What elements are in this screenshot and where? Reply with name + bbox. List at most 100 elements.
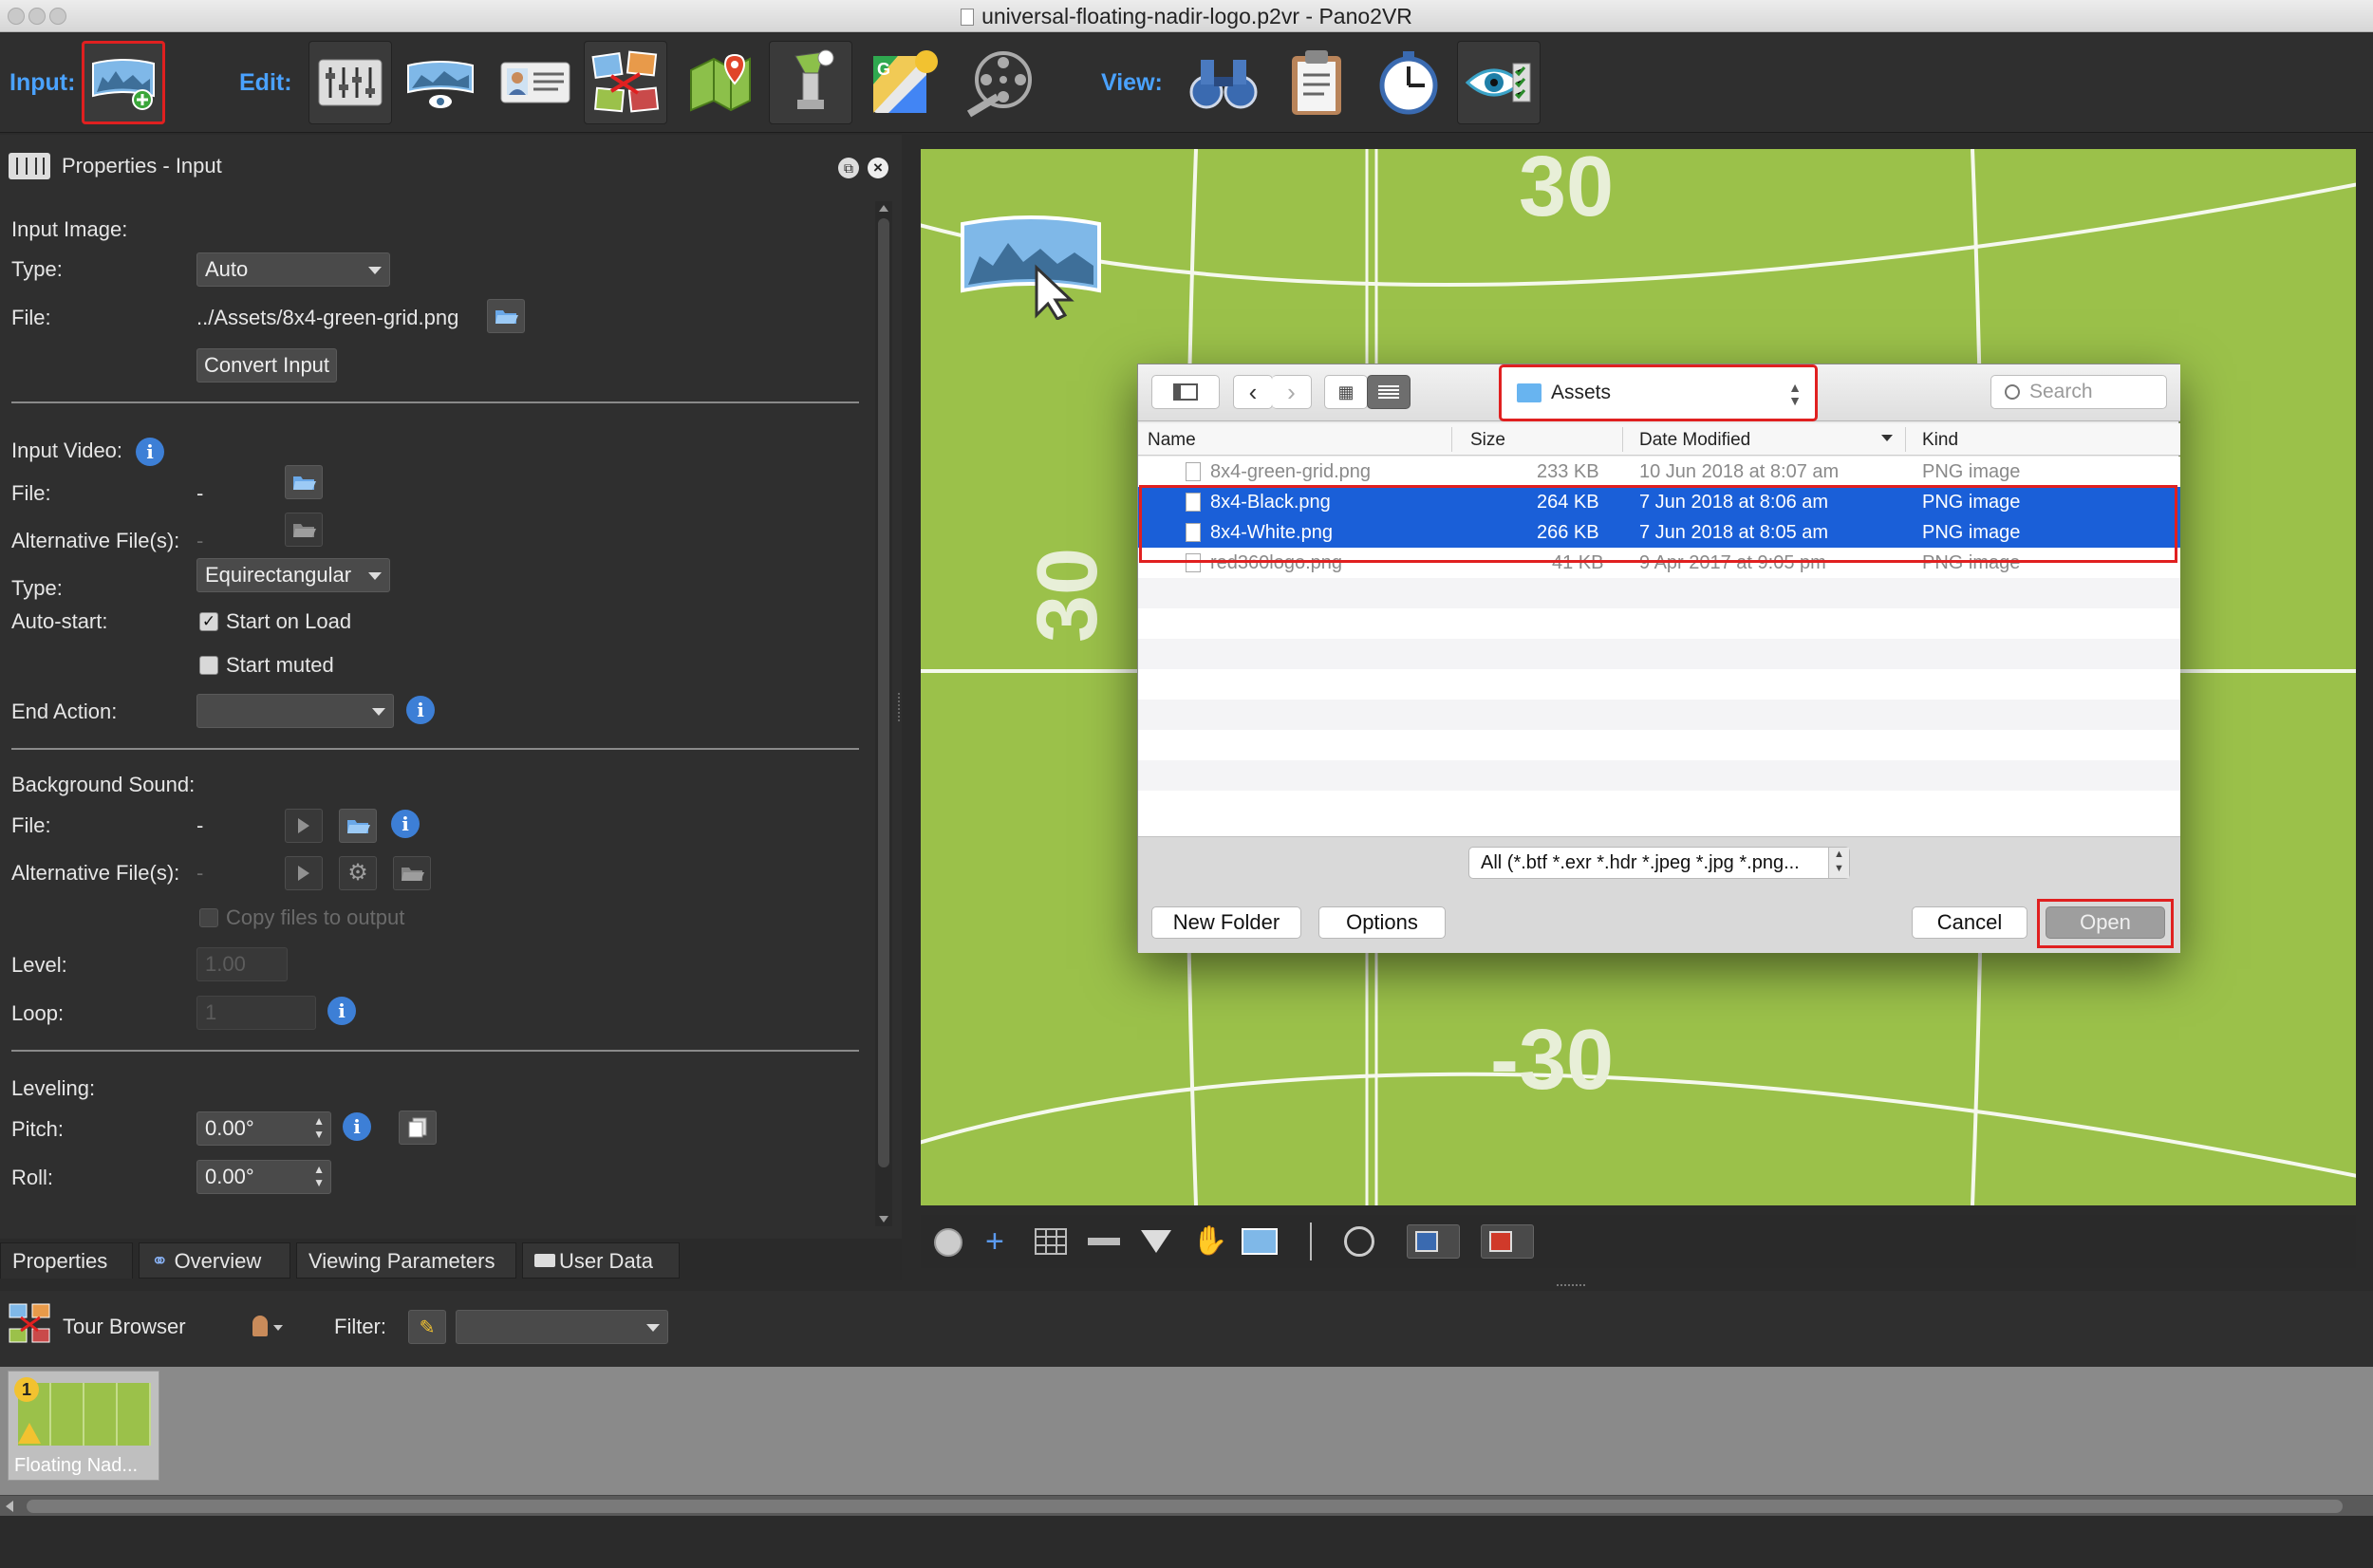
scroll-down-icon[interactable]	[879, 1216, 888, 1223]
cancel-button[interactable]: Cancel	[1912, 906, 2027, 939]
back-button[interactable]: ‹	[1233, 375, 1273, 409]
preview-tool-button[interactable]	[1457, 41, 1541, 124]
info-icon[interactable]: i	[327, 997, 356, 1025]
chevron-down-icon	[646, 1324, 660, 1332]
column-date-modified[interactable]: Date Modified	[1639, 430, 1750, 451]
info-icon[interactable]: i	[136, 438, 164, 466]
file-row[interactable]: 8x4-Black.png 264 KB 7 Jun 2018 at 8:06 …	[1138, 487, 2180, 517]
target-icon[interactable]	[1344, 1226, 1374, 1257]
browse-video-button[interactable]	[285, 465, 323, 499]
copy-files-checkbox[interactable]	[199, 908, 218, 927]
grid-icon[interactable]	[1035, 1228, 1067, 1255]
patch-tool-button[interactable]	[769, 41, 852, 124]
location-popup[interactable]: Assets ▲ ▼	[1499, 364, 1818, 421]
search-field[interactable]: Search	[1990, 375, 2167, 409]
tour-node-thumbnail[interactable]: 1 Floating Nad...	[8, 1371, 159, 1481]
start-muted-checkbox[interactable]	[199, 656, 218, 675]
add-panorama-button[interactable]	[82, 41, 165, 124]
open-button[interactable]: Open	[2046, 906, 2165, 939]
filter-edit-button[interactable]: ✎	[408, 1310, 446, 1344]
list-view-button[interactable]	[1367, 375, 1411, 409]
loop-spinner[interactable]: 1	[196, 996, 316, 1030]
undock-icon[interactable]: ⧉	[838, 158, 859, 178]
options-button[interactable]: Options	[1318, 906, 1446, 939]
close-window-button[interactable]	[8, 8, 25, 25]
roll-spinner[interactable]: 0.00° ▲ ▼	[196, 1160, 331, 1194]
copy-leveling-button[interactable]	[399, 1111, 437, 1145]
color-blue-swatch-icon[interactable]	[1407, 1224, 1460, 1259]
sidebar-toggle-button[interactable]	[1151, 375, 1220, 409]
video-type-select[interactable]: Equirectangular	[196, 558, 390, 592]
close-icon[interactable]: ×	[868, 158, 888, 178]
minimize-window-button[interactable]	[28, 8, 46, 25]
pano2vr-app: universal-floating-nadir-logo.p2vr - Pan…	[0, 0, 2373, 1568]
info-icon[interactable]: i	[406, 696, 435, 724]
loop-label: Loop:	[11, 1001, 65, 1025]
sound-settings-button[interactable]: ⚙	[339, 856, 377, 890]
browse-sound-button[interactable]	[339, 809, 377, 843]
input-label: Input:	[9, 69, 76, 96]
pitch-spinner[interactable]: 0.00° ▲ ▼	[196, 1111, 331, 1146]
compass-icon[interactable]	[934, 1228, 962, 1257]
convert-input-button[interactable]: Convert Input	[196, 348, 337, 383]
timer-tool-button[interactable]	[1367, 41, 1450, 124]
binoculars-tool-button[interactable]	[1182, 41, 1265, 124]
panel-splitter[interactable]	[898, 693, 904, 721]
start-on-load-checkbox[interactable]: ✓	[199, 612, 218, 631]
play-alt-sound-button[interactable]	[285, 856, 323, 890]
viewing-parameters-tool-button[interactable]	[399, 41, 482, 124]
nadir-tool-icon[interactable]	[1088, 1238, 1120, 1245]
play-sound-button[interactable]	[285, 809, 323, 843]
browse-alt-sound-button[interactable]	[393, 856, 431, 890]
browse-video-alt-button[interactable]	[285, 513, 323, 547]
funnel-icon[interactable]	[1141, 1230, 1171, 1253]
column-size[interactable]: Size	[1470, 430, 1505, 451]
column-divider	[1905, 427, 1906, 452]
column-kind[interactable]: Kind	[1922, 430, 1958, 451]
image-type-select[interactable]: Auto	[196, 252, 390, 287]
animation-tool-button[interactable]	[959, 41, 1042, 124]
tab-overview[interactable]: ⚭ Overview	[139, 1242, 290, 1279]
tour-browser-scrollbar[interactable]	[0, 1495, 2373, 1516]
icon-view-button[interactable]: ▦	[1324, 375, 1368, 409]
google-maps-tool-button[interactable]: G	[864, 41, 947, 124]
properties-tool-button[interactable]	[308, 41, 392, 124]
scroll-thumb[interactable]	[27, 1500, 2343, 1513]
tour-browser-title: Tour Browser	[63, 1315, 186, 1338]
tab-viewing-parameters[interactable]: Viewing Parameters	[296, 1242, 516, 1279]
scroll-up-icon[interactable]	[879, 205, 888, 212]
file-row[interactable]: 8x4-green-grid.png 233 KB 10 Jun 2018 at…	[1138, 457, 2180, 487]
level-spinner[interactable]: 1.00	[196, 947, 288, 981]
info-icon[interactable]: i	[343, 1112, 371, 1141]
file-row[interactable]: 8x4-White.png 266 KB 7 Jun 2018 at 8:05 …	[1138, 517, 2180, 548]
tab-properties[interactable]: Properties	[0, 1242, 133, 1279]
user-filter-button[interactable]	[249, 1312, 287, 1342]
file-size: 41 KB	[1552, 552, 1604, 573]
user-data-tool-button[interactable]	[494, 41, 577, 124]
info-icon[interactable]: i	[391, 810, 420, 838]
scroll-thumb[interactable]	[878, 218, 889, 1167]
forward-button[interactable]: ›	[1272, 375, 1312, 409]
filter-select[interactable]	[456, 1310, 668, 1344]
tab-user-data[interactable]: User Data	[522, 1242, 680, 1279]
scroll-left-icon[interactable]	[6, 1501, 13, 1512]
map-tool-button[interactable]	[679, 41, 762, 124]
color-red-swatch-icon[interactable]	[1481, 1224, 1534, 1259]
crosshair-line-icon[interactable]: +	[985, 1223, 1004, 1260]
end-action-select[interactable]	[196, 694, 394, 728]
file-type-filter[interactable]: All (*.btf *.exr *.hdr *.jpeg *.jpg *.pn…	[1468, 847, 1850, 879]
new-folder-button[interactable]: New Folder	[1151, 906, 1301, 939]
tour-browser-strip: 1 Floating Nad...	[0, 1367, 2373, 1495]
zoom-window-button[interactable]	[49, 8, 66, 25]
column-name[interactable]: Name	[1148, 430, 1196, 451]
viewer-splitter[interactable]	[1557, 1284, 1585, 1288]
browse-image-button[interactable]	[487, 299, 525, 333]
clipboard-tool-button[interactable]	[1275, 41, 1358, 124]
window-title: universal-floating-nadir-logo.p2vr - Pan…	[981, 4, 1412, 28]
hand-icon[interactable]: ✋	[1192, 1226, 1227, 1257]
file-row[interactable]: red360logo.png 41 KB 9 Apr 2017 at 9:05 …	[1138, 548, 2180, 578]
panorama-view-icon[interactable]	[1242, 1228, 1278, 1255]
properties-scrollbar[interactable]	[875, 201, 892, 1226]
empty-row	[1138, 791, 2180, 821]
tour-browser-tool-button[interactable]	[584, 41, 667, 124]
